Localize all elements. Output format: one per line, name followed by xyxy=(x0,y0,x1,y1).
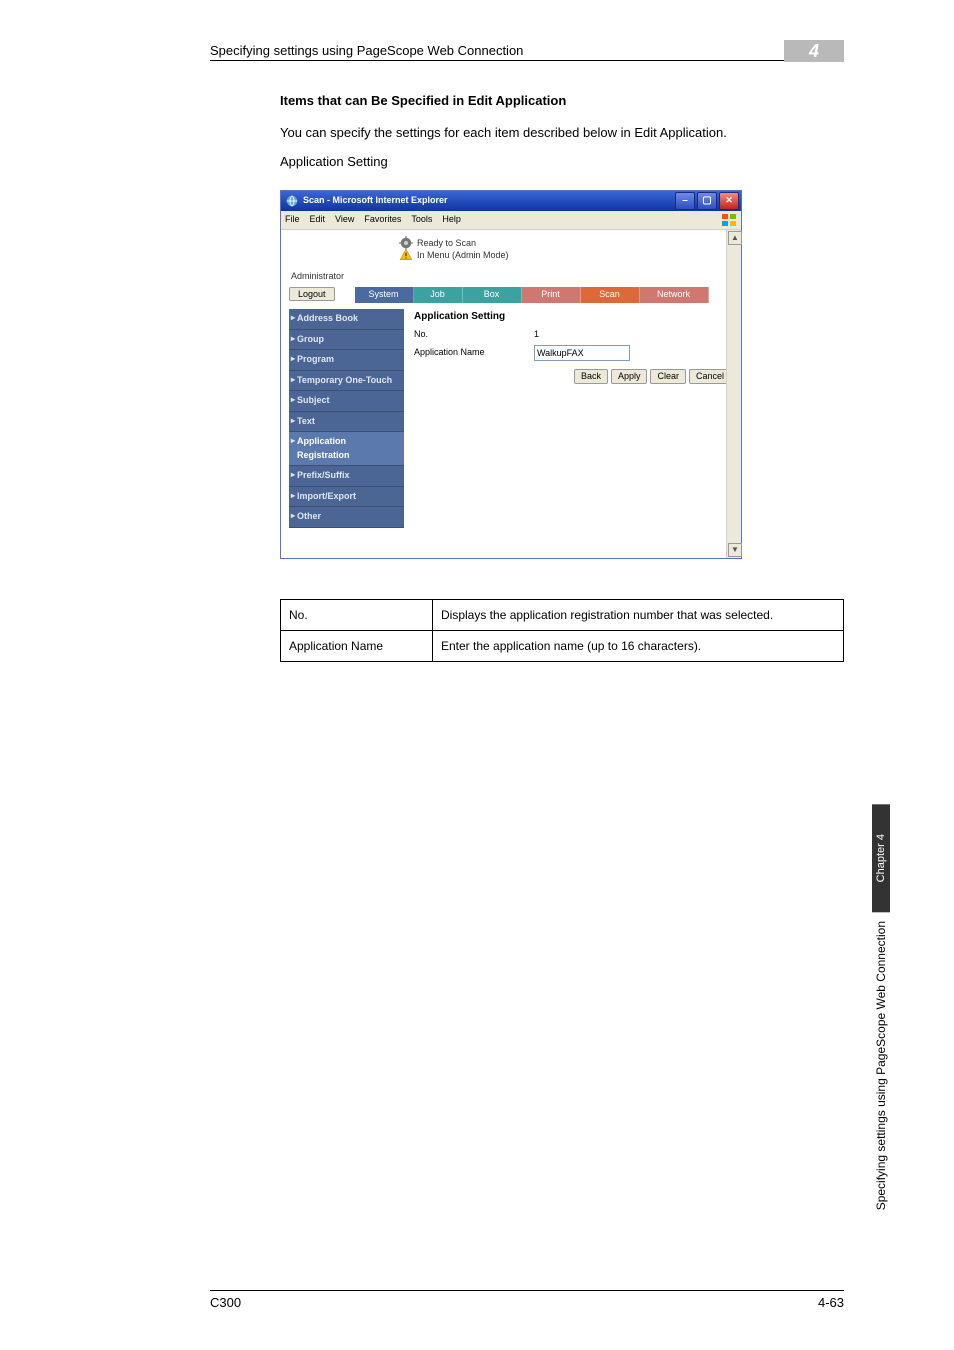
close-button[interactable] xyxy=(719,192,739,210)
param-table: No. Displays the application registratio… xyxy=(280,599,844,662)
tab-network[interactable]: Network xyxy=(640,287,709,303)
param-desc-1: Enter the application name (up to 16 cha… xyxy=(433,630,844,661)
no-label: No. xyxy=(414,328,534,342)
back-button[interactable]: Back xyxy=(574,369,608,384)
sidebar-item-appreg[interactable]: Application Registration xyxy=(289,432,404,466)
minimize-button[interactable]: – xyxy=(675,192,695,210)
warning-icon xyxy=(399,248,413,262)
page-header-title: Specifying settings using PageScope Web … xyxy=(210,43,523,58)
sidebar-item-address[interactable]: Address Book xyxy=(289,309,404,330)
tab-box[interactable]: Box xyxy=(463,287,522,303)
sidebar: Address Book Group Program Temporary One… xyxy=(289,309,404,528)
section-heading: Items that can Be Specified in Edit Appl… xyxy=(280,91,844,111)
sidebar-item-group[interactable]: Group xyxy=(289,330,404,351)
titlebar: Scan - Microsoft Internet Explorer – ▢ xyxy=(281,191,741,211)
menu-file[interactable]: File xyxy=(285,213,300,227)
apply-button[interactable]: Apply xyxy=(611,369,648,384)
status-menu: In Menu (Admin Mode) xyxy=(417,249,509,261)
chapter-tab: 4 xyxy=(784,40,844,62)
tab-job[interactable]: Job xyxy=(414,287,463,303)
param-desc-0: Displays the application registration nu… xyxy=(433,599,844,630)
scroll-down-icon[interactable]: ▼ xyxy=(728,543,742,557)
tab-scan[interactable]: Scan xyxy=(581,287,640,303)
tab-system[interactable]: System xyxy=(355,287,414,303)
sidebar-item-impexp[interactable]: Import/Export xyxy=(289,487,404,508)
param-key-0: No. xyxy=(281,599,433,630)
menubar: File Edit View Favorites Tools Help xyxy=(281,211,741,230)
windows-flag-icon xyxy=(721,213,737,227)
tab-print[interactable]: Print xyxy=(522,287,581,303)
window-title: Scan - Microsoft Internet Explorer xyxy=(303,194,448,208)
maximize-button[interactable]: ▢ xyxy=(697,192,717,210)
footer-left: C300 xyxy=(210,1295,241,1310)
sidebar-item-text[interactable]: Text xyxy=(289,412,404,433)
ie-icon xyxy=(285,194,299,208)
menu-view[interactable]: View xyxy=(335,213,354,227)
clear-button[interactable]: Clear xyxy=(650,369,686,384)
sidebar-item-prefix[interactable]: Prefix/Suffix xyxy=(289,466,404,487)
sidebar-item-temp[interactable]: Temporary One-Touch xyxy=(289,371,404,392)
user-label: Administrator xyxy=(289,270,733,284)
footer-right: 4-63 xyxy=(818,1295,844,1310)
ie-window: Scan - Microsoft Internet Explorer – ▢ F… xyxy=(280,190,742,559)
sidebar-item-program[interactable]: Program xyxy=(289,350,404,371)
menu-help[interactable]: Help xyxy=(442,213,461,227)
section-body: You can specify the settings for each it… xyxy=(280,123,844,143)
scrollbar[interactable]: ▲ ▼ xyxy=(726,230,741,558)
chapter-pill: Chapter 4 xyxy=(872,804,890,912)
side-text: Specifying settings using PageScope Web … xyxy=(874,921,888,1210)
cancel-button[interactable]: Cancel xyxy=(689,369,731,384)
section-sub: Application Setting xyxy=(280,152,844,172)
sidebar-item-subject[interactable]: Subject xyxy=(289,391,404,412)
sidebar-item-other[interactable]: Other xyxy=(289,507,404,528)
appname-label: Application Name xyxy=(414,346,534,360)
appname-input[interactable] xyxy=(534,345,630,361)
menu-tools[interactable]: Tools xyxy=(411,213,432,227)
menu-edit[interactable]: Edit xyxy=(310,213,326,227)
no-value: 1 xyxy=(534,328,539,342)
logout-button[interactable]: Logout xyxy=(289,287,335,301)
detail-title: Application Setting xyxy=(414,309,733,324)
param-key-1: Application Name xyxy=(281,630,433,661)
scroll-up-icon[interactable]: ▲ xyxy=(728,231,742,245)
menu-favorites[interactable]: Favorites xyxy=(364,213,401,227)
